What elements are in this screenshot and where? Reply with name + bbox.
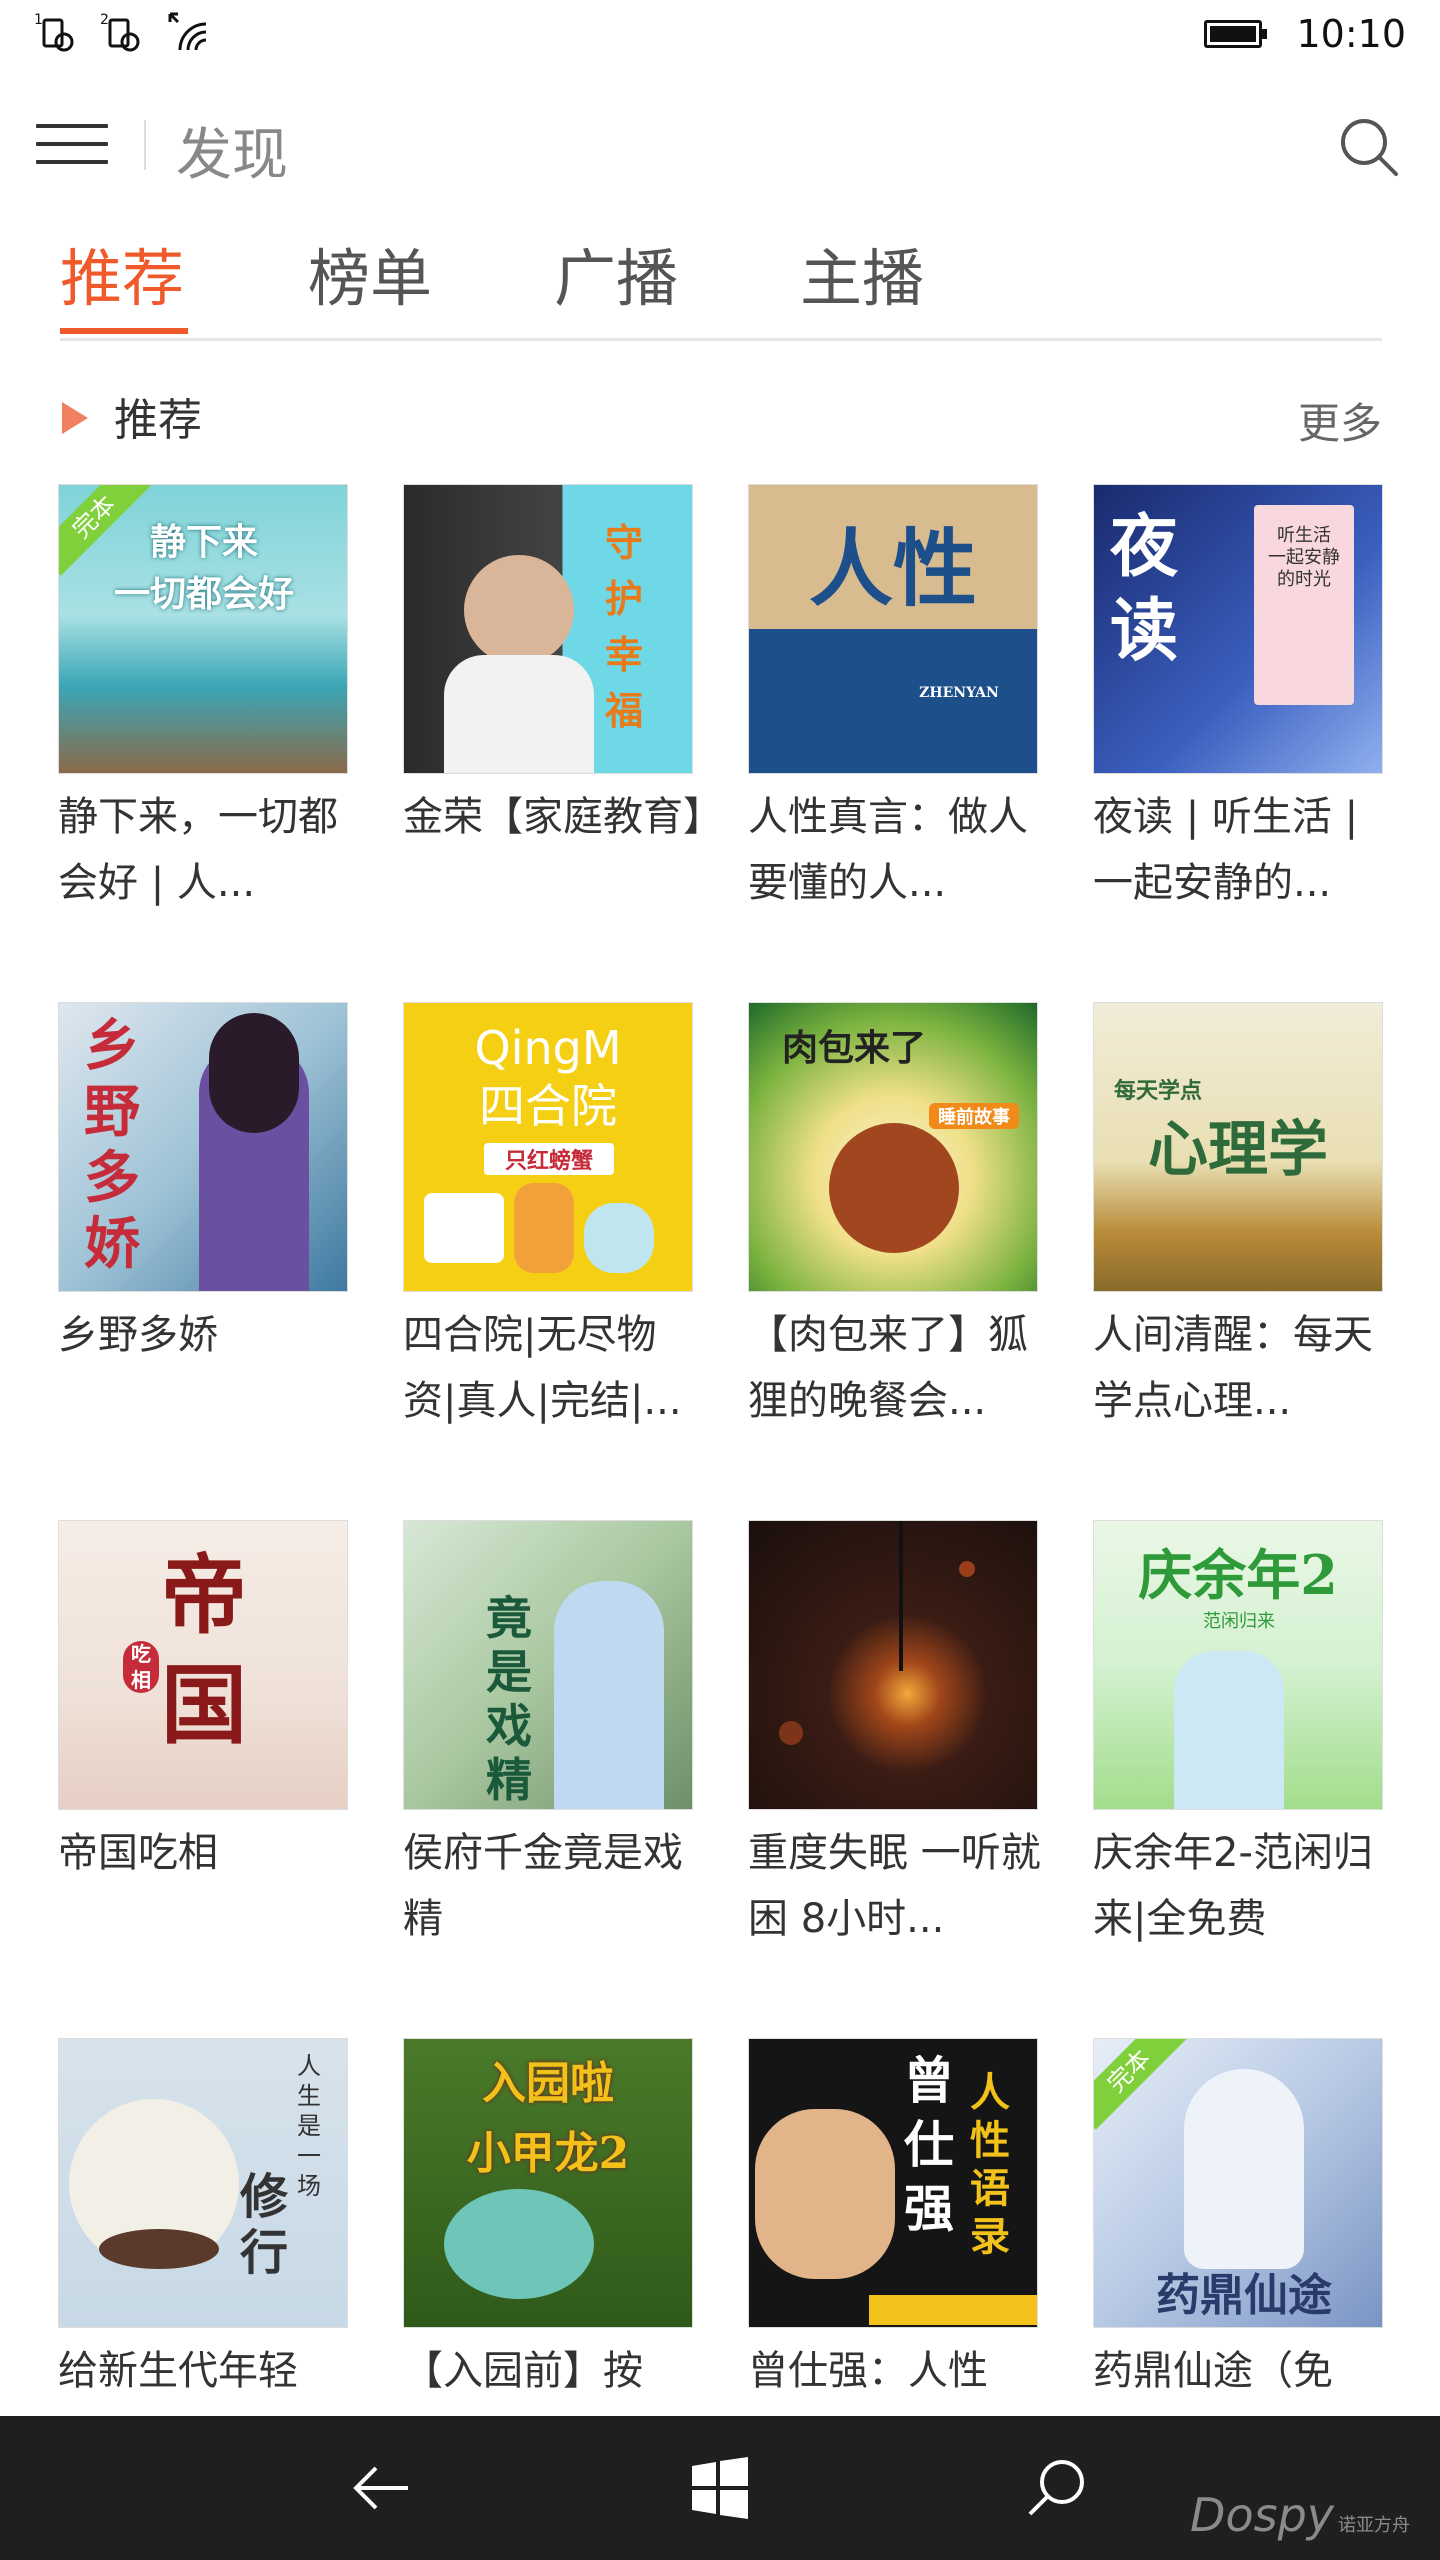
svg-text:2: 2 bbox=[100, 12, 109, 28]
album-cover: 帝国 吃相 bbox=[58, 1520, 348, 1810]
album-cover: 每天学点 心理学 bbox=[1093, 1002, 1383, 1292]
album-cover: 人生是一场 修行 bbox=[58, 2038, 348, 2328]
tab-recommend[interactable]: 推荐 bbox=[60, 228, 184, 318]
header-divider bbox=[144, 120, 146, 170]
more-link[interactable]: 更多 bbox=[1298, 390, 1382, 451]
album-title: 【入园前】按 bbox=[403, 2348, 643, 2394]
tab-rankings[interactable]: 榜单 bbox=[308, 228, 432, 318]
wifi-icon bbox=[168, 12, 207, 51]
album-cover: 竟是戏精 bbox=[403, 1520, 693, 1810]
svg-text:1: 1 bbox=[34, 12, 43, 28]
tab-divider bbox=[60, 338, 1382, 341]
album-cover: 夜 读 听生活 一起安静的时光 bbox=[1093, 484, 1383, 774]
album-cover: 曾仕强 人性语录 bbox=[748, 2038, 1038, 2328]
system-nav-bar: Dospy 诺亚方舟 bbox=[0, 2416, 1440, 2560]
album-card[interactable]: 人性 真言 ZHENYAN 人性真言：做人要懂的人... bbox=[748, 484, 1038, 984]
windows-start-icon[interactable] bbox=[688, 2456, 752, 2520]
album-cover: 入园啦 小甲龙2 bbox=[403, 2038, 693, 2328]
album-title: 四合院|无尽物资|真人|完结|... bbox=[403, 1312, 682, 1424]
search-icon[interactable] bbox=[1024, 2456, 1088, 2520]
album-title: 庆余年2-范闲归来|全免费 bbox=[1093, 1830, 1373, 1942]
album-card[interactable]: 庆余年2 范闲归来 庆余年2-范闲归来|全免费 bbox=[1093, 1520, 1383, 2020]
tab-bar: 推荐 榜单 广播 主播 bbox=[60, 228, 1380, 340]
album-cover: 守护幸福 bbox=[403, 484, 693, 774]
album-cover: 庆余年2 范闲归来 bbox=[1093, 1520, 1383, 1810]
section-header: 推荐 更多 bbox=[60, 380, 1382, 450]
album-title: 侯府千金竟是戏精 bbox=[403, 1830, 683, 1942]
status-bar: 1 2 10:10 bbox=[0, 0, 1440, 72]
album-cover: 乡野多娇 bbox=[58, 1002, 348, 1292]
finished-badge: 完本 bbox=[1094, 2039, 1188, 2130]
sim2-signal-icon: 2 bbox=[100, 12, 140, 52]
album-title: 夜读 | 听生活 | 一起安静的... bbox=[1093, 794, 1359, 906]
hamburger-menu-button[interactable] bbox=[36, 124, 108, 168]
album-card[interactable]: 竟是戏精 侯府千金竟是戏精 bbox=[403, 1520, 693, 2020]
album-cover: QingM 四合院 只红螃蟹 bbox=[403, 1002, 693, 1292]
album-cover: 肉包来了 睡前故事 bbox=[748, 1002, 1038, 1292]
album-card[interactable]: 夜 读 听生活 一起安静的时光 夜读 | 听生活 | 一起安静的... bbox=[1093, 484, 1383, 984]
album-title: 金荣【家庭教育】 bbox=[403, 794, 723, 840]
album-cover: 人性 真言 ZHENYAN bbox=[748, 484, 1038, 774]
album-title: 给新生代年轻 bbox=[58, 2348, 298, 2394]
album-title: 曾仕强：人性 bbox=[748, 2348, 988, 2394]
album-title: 人性真言：做人要懂的人... bbox=[748, 794, 1028, 906]
album-title: 重度失眠 一听就困 8小时... bbox=[748, 1830, 1041, 1942]
album-card[interactable]: 完本 静下来 一切都会好 静下来，一切都会好 | 人... bbox=[58, 484, 348, 984]
section-title: 推荐 bbox=[114, 395, 202, 446]
menu-line-icon bbox=[36, 142, 108, 146]
album-title: 静下来，一切都会好 | 人... bbox=[58, 794, 338, 906]
album-card[interactable]: 守护幸福 金荣【家庭教育】 bbox=[403, 484, 723, 984]
album-title: 帝国吃相 bbox=[58, 1830, 218, 1876]
watermark: Dospy 诺亚方舟 bbox=[1190, 2488, 1410, 2542]
active-tab-indicator bbox=[60, 328, 188, 334]
album-cover: 完本 静下来 一切都会好 bbox=[58, 484, 348, 774]
page-title: 发现 bbox=[176, 123, 288, 188]
app-header: 发现 bbox=[0, 100, 1440, 190]
album-title: 【肉包来了】狐狸的晚餐会... bbox=[748, 1312, 1028, 1424]
album-card[interactable]: 每天学点 心理学 人间清醒：每天学点心理... bbox=[1093, 1002, 1383, 1502]
menu-line-icon bbox=[36, 160, 108, 164]
album-card[interactable]: 帝国 吃相 帝国吃相 bbox=[58, 1520, 348, 2020]
album-card[interactable]: QingM 四合院 只红螃蟹 四合院|无尽物资|真人|完结|... bbox=[403, 1002, 693, 1502]
search-icon[interactable] bbox=[1336, 114, 1402, 180]
album-title: 乡野多娇 bbox=[58, 1312, 218, 1358]
album-cover bbox=[748, 1520, 1038, 1810]
album-title: 人间清醒：每天学点心理... bbox=[1093, 1312, 1373, 1424]
play-triangle-icon bbox=[62, 402, 88, 434]
tab-radio[interactable]: 广播 bbox=[554, 228, 678, 318]
battery-icon bbox=[1204, 20, 1268, 48]
album-title: 药鼎仙途（免 bbox=[1093, 2348, 1333, 2394]
tab-hosts[interactable]: 主播 bbox=[800, 228, 924, 318]
album-card[interactable]: 肉包来了 睡前故事 【肉包来了】狐狸的晚餐会... bbox=[748, 1002, 1038, 1502]
album-card[interactable]: 乡野多娇 乡野多娇 bbox=[58, 1002, 348, 1502]
menu-line-icon bbox=[36, 124, 108, 128]
album-card[interactable]: 重度失眠 一听就困 8小时... bbox=[748, 1520, 1041, 2020]
sim1-signal-icon: 1 bbox=[34, 12, 74, 52]
clock: 10:10 bbox=[1296, 12, 1406, 56]
album-cover: 完本 药鼎仙途 bbox=[1093, 2038, 1383, 2328]
back-arrow-icon[interactable] bbox=[350, 2456, 414, 2520]
